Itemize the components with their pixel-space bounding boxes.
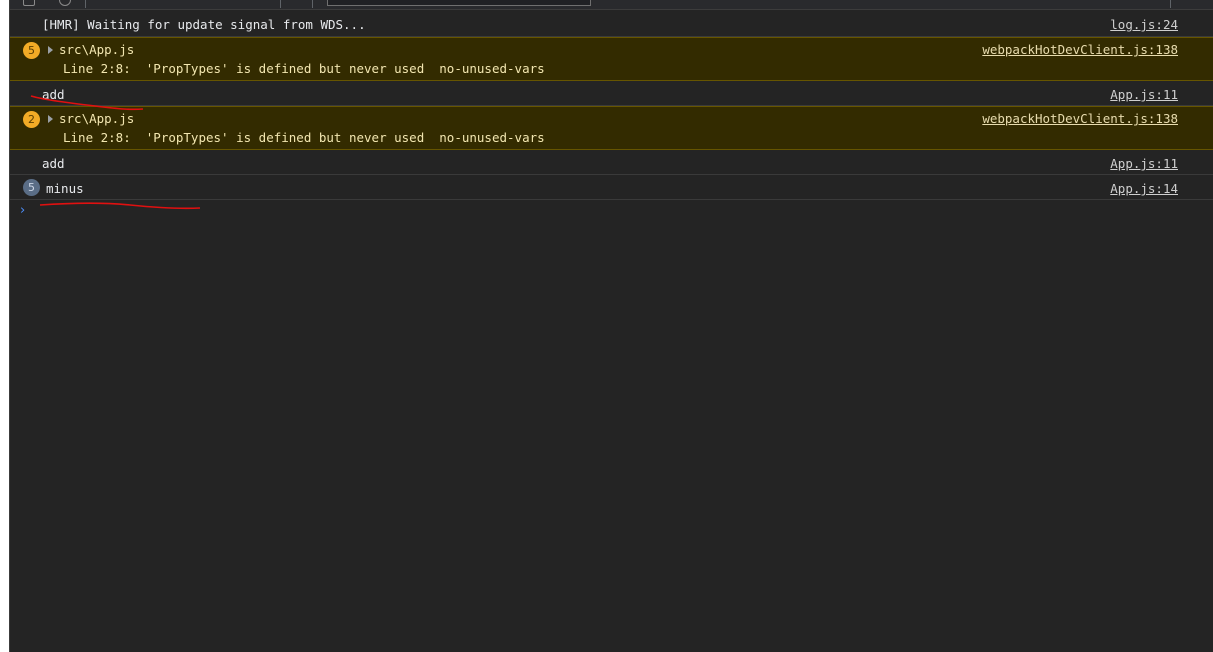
log-message-text: add [42, 87, 65, 102]
console-message-row: add App.js:11 [10, 81, 1213, 106]
prompt-caret-icon[interactable]: › [20, 203, 25, 218]
console-message-row: add App.js:11 [10, 150, 1213, 175]
console-toolbar [10, 0, 1213, 10]
source-link[interactable]: log.js:24 [1110, 17, 1178, 32]
toolbar-separator [85, 0, 86, 8]
warning-detail: Line 2:8: 'PropTypes' is defined but nev… [63, 61, 545, 76]
source-link[interactable]: App.js:14 [1110, 181, 1178, 196]
expand-triangle-icon[interactable] [48, 115, 53, 123]
warning-title: src\App.js [59, 42, 135, 57]
warning-count-badge: 2 [23, 111, 40, 128]
log-message-text: [HMR] Waiting for update signal from WDS… [42, 17, 366, 32]
warning-count-badge: 5 [23, 42, 40, 59]
clear-console-icon[interactable] [23, 0, 35, 6]
devtools-console: [HMR] Waiting for update signal from WDS… [9, 0, 1213, 652]
console-message-row: 5 minus App.js:14 [10, 175, 1213, 200]
console-warning-row[interactable]: 2 src\App.js Line 2:8: 'PropTypes' is de… [10, 106, 1213, 150]
console-message-row: [HMR] Waiting for update signal from WDS… [10, 12, 1213, 37]
filter-input[interactable] [327, 0, 591, 6]
page-gutter [0, 0, 9, 652]
source-link[interactable]: App.js:11 [1110, 156, 1178, 171]
source-link[interactable]: webpackHotDevClient.js:138 [982, 111, 1178, 126]
expand-triangle-icon[interactable] [48, 46, 53, 54]
block-icon[interactable] [59, 0, 71, 6]
warning-title: src\App.js [59, 111, 135, 126]
toolbar-separator [312, 0, 313, 8]
log-message-text: minus [46, 181, 84, 196]
console-warning-row[interactable]: 5 src\App.js Line 2:8: 'PropTypes' is de… [10, 37, 1213, 81]
toolbar-separator [280, 0, 281, 8]
repeat-count-badge: 5 [23, 179, 40, 196]
source-link[interactable]: webpackHotDevClient.js:138 [982, 42, 1178, 57]
warning-detail: Line 2:8: 'PropTypes' is defined but nev… [63, 130, 545, 145]
log-message-text: add [42, 156, 65, 171]
source-link[interactable]: App.js:11 [1110, 87, 1178, 102]
toolbar-separator [1170, 0, 1171, 8]
